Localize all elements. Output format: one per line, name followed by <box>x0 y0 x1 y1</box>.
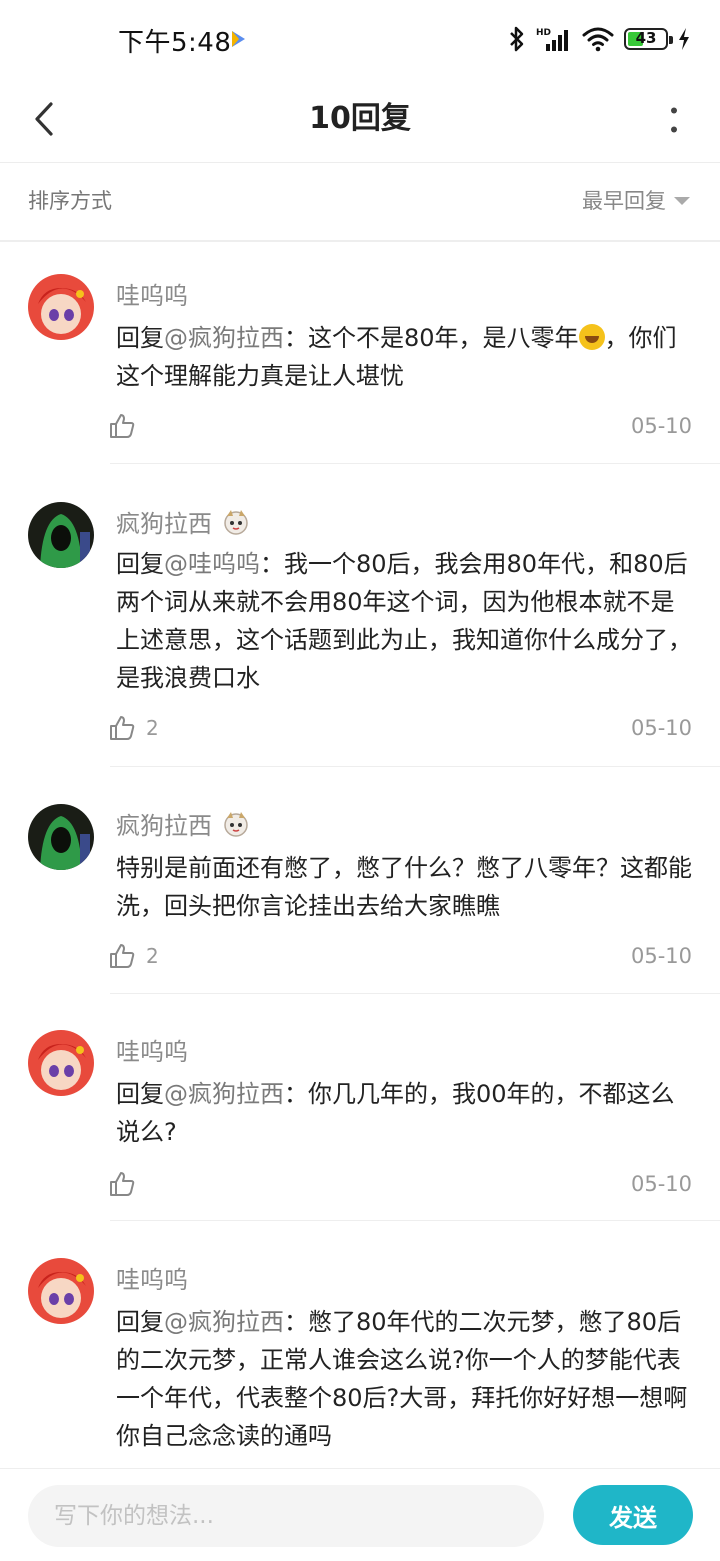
reply-date: 05-10 <box>630 414 692 438</box>
mention-link[interactable]: @哇呜呜 <box>164 550 260 578</box>
reply-actions: 05-10 <box>108 1170 692 1204</box>
thumbs-up-icon <box>110 944 135 968</box>
divider <box>110 463 720 464</box>
thumbs-up-icon <box>110 414 135 438</box>
avatar[interactable] <box>28 502 94 568</box>
reply-item: 疯狗拉西 特别是前面还有憋了，憋了什么？憋了八零年？这都能洗，回头把你言论挂出去… <box>0 770 720 994</box>
reply-content: 回复@疯狗拉西：这个不是80年，是八零年 ，你们这个理解能力真是让人堪忧 <box>116 324 677 390</box>
reply-item: 疯狗拉西 回复@哇呜呜：我一个80后，我会用80年代，和80后两个词从来就不会用… <box>0 468 720 768</box>
reply-actions: 2 05-10 <box>108 942 692 976</box>
status-time: 下午5:48 <box>118 28 232 58</box>
divider <box>110 993 720 994</box>
like-count: 2 <box>146 944 159 968</box>
mention-link[interactable]: @疯狗拉西 <box>164 324 284 352</box>
reply-username[interactable]: 疯狗拉西 <box>116 806 250 841</box>
reply-date: 05-10 <box>630 1172 692 1196</box>
svg-text:HD: HD <box>536 28 551 38</box>
avatar[interactable] <box>28 1030 94 1096</box>
avatar[interactable] <box>28 804 94 870</box>
status-bar: 下午5:48 HD 43 <box>0 0 720 78</box>
top-app-bar: 10回复 <box>0 78 720 163</box>
comment-composer: 发送 <box>0 1468 720 1561</box>
mention-link[interactable]: @疯狗拉西 <box>164 1080 284 1108</box>
bluetooth-icon <box>510 26 524 52</box>
comment-input[interactable] <box>28 1485 544 1547</box>
reply-content: 回复@疯狗拉西：憋了80年代的二次元梦，憋了80后的二次元梦，正常人谁会这么说?… <box>116 1308 688 1450</box>
caret-down-icon <box>674 197 690 205</box>
page-title: 10回复 <box>309 101 411 136</box>
more-vertical-icon <box>671 107 677 133</box>
reply-content: 回复@哇呜呜：我一个80后，我会用80年代，和80后两个词从来就不会用80年这个… <box>116 550 692 692</box>
thumbs-up-icon <box>110 1172 135 1196</box>
like-button[interactable]: 2 <box>108 942 159 970</box>
sort-dropdown[interactable]: 最早回复 <box>582 185 690 215</box>
thumbs-up-icon <box>110 716 135 740</box>
reply-date: 05-10 <box>630 944 692 968</box>
reply-item: 哇呜呜 回复@疯狗拉西：你几几年的，我00年的，不都这么说么? 05-10 <box>0 996 720 1222</box>
send-button[interactable]: 发送 <box>573 1485 693 1545</box>
mention-link[interactable]: @疯狗拉西 <box>164 1308 284 1336</box>
reply-date: 05-10 <box>630 716 692 740</box>
battery-percent: 43 <box>635 29 657 47</box>
like-button[interactable] <box>108 412 146 440</box>
user-badge-icon <box>224 811 248 837</box>
reply-username[interactable]: 哇呜呜 <box>116 276 188 311</box>
avatar[interactable] <box>28 1258 94 1324</box>
cellular-signal-icon: HD <box>536 28 568 51</box>
wifi-icon <box>582 27 614 52</box>
status-icons: HD 43 <box>508 24 690 54</box>
divider <box>110 766 720 767</box>
reply-username[interactable]: 哇呜呜 <box>116 1260 188 1295</box>
divider <box>110 1220 720 1221</box>
reply-actions: 2 05-10 <box>108 714 692 748</box>
like-button[interactable]: 2 <box>108 714 159 742</box>
reply-username[interactable]: 哇呜呜 <box>116 1032 188 1067</box>
reply-item: 哇呜呜 回复@疯狗拉西：憋了80年代的二次元梦，憋了80后的二次元梦，正常人谁会… <box>0 1224 720 1468</box>
battery-indicator: 43 <box>624 28 673 50</box>
reply-content: 回复@疯狗拉西：你几几年的，我00年的，不都这么说么? <box>116 1080 675 1146</box>
like-button[interactable] <box>108 1170 146 1198</box>
sort-bar: 排序方式 最早回复 <box>0 163 720 242</box>
sort-selected-value: 最早回复 <box>582 189 666 213</box>
like-count: 2 <box>146 716 159 740</box>
reply-actions: 05-10 <box>108 412 692 446</box>
play-store-icon <box>232 31 245 47</box>
rofl-emoji-icon <box>578 324 605 350</box>
reply-item: 哇呜呜 回复@疯狗拉西：这个不是80年，是八零年 ，你们这个理解能力真是让人堪忧 … <box>0 242 720 464</box>
charging-icon <box>679 28 689 50</box>
reply-content: 特别是前面还有憋了，憋了什么？憋了八零年？这都能洗，回头把你言论挂出去给大家瞧瞧 <box>116 854 692 920</box>
avatar[interactable] <box>28 274 94 340</box>
sort-label: 排序方式 <box>28 189 112 213</box>
user-badge-icon <box>224 509 248 535</box>
reply-username[interactable]: 疯狗拉西 <box>116 504 250 539</box>
more-options-button[interactable] <box>662 96 686 144</box>
